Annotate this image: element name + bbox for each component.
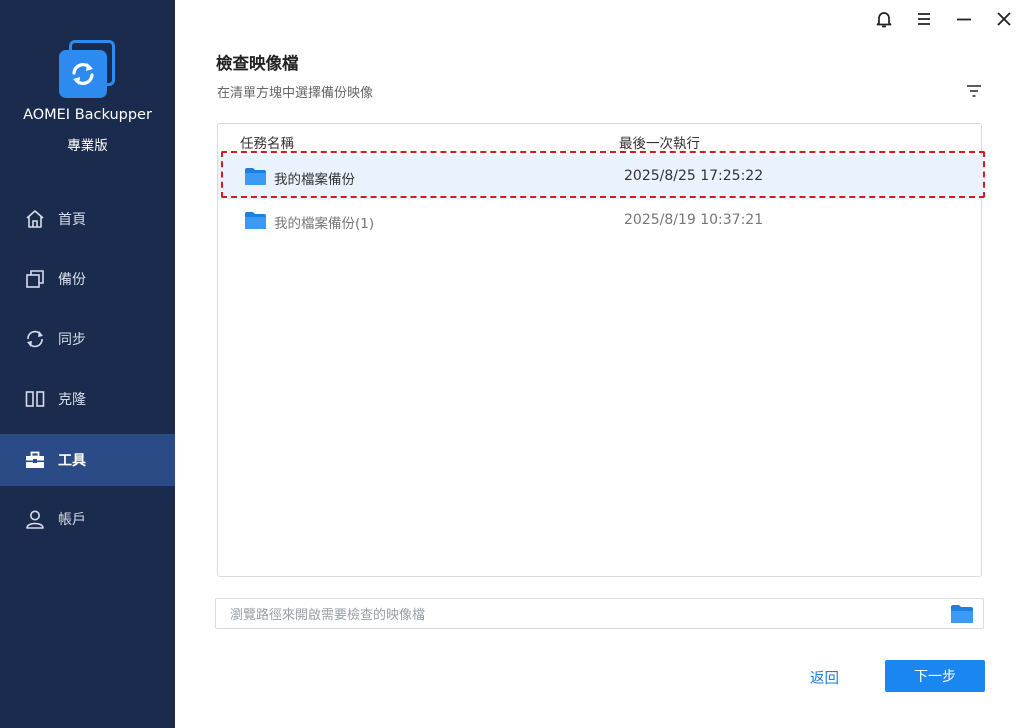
backup-icon xyxy=(26,270,44,288)
sidebar-item-tools[interactable]: 工具 xyxy=(0,434,175,486)
app-name: AOMEI Backupper xyxy=(23,107,152,123)
column-header-last-run[interactable]: 最後一次執行 xyxy=(619,132,700,152)
table-row[interactable]: 我的檔案備份 2025/8/25 17:25:22 xyxy=(218,155,983,199)
browse-path-field[interactable] xyxy=(215,598,984,629)
user-icon xyxy=(26,510,44,529)
sidebar-item-label: 工具 xyxy=(58,453,86,469)
page-title: 檢查映像檔 xyxy=(216,54,299,73)
sidebar-item-label: 帳戶 xyxy=(58,512,86,528)
open-folder-icon[interactable] xyxy=(950,604,974,624)
table-row[interactable]: 我的檔案備份(1) 2025/8/19 10:37:21 xyxy=(218,199,983,243)
home-icon xyxy=(26,210,44,228)
task-name: 我的檔案備份 xyxy=(274,172,355,188)
sidebar-item-home[interactable]: 首頁 xyxy=(0,193,175,245)
sidebar-item-label: 備份 xyxy=(58,272,86,288)
sync-logo-icon xyxy=(59,50,107,98)
sidebar-item-label: 首頁 xyxy=(58,212,86,228)
backup-task-list: 任務名稱 最後一次執行 我的檔案備份 2025/8/25 17:25:22 我的… xyxy=(217,123,983,577)
menu-icon[interactable] xyxy=(913,8,935,30)
sidebar-item-sync[interactable]: 同步 xyxy=(0,313,175,365)
task-name: 我的檔案備份(1) xyxy=(274,216,375,232)
close-icon[interactable] xyxy=(993,8,1015,30)
last-run-time: 2025/8/25 17:25:22 xyxy=(624,168,764,184)
back-button[interactable]: 返回 xyxy=(810,667,839,688)
sidebar-item-account[interactable]: 帳戶 xyxy=(0,493,175,545)
folder-icon xyxy=(245,212,266,229)
sidebar-item-clone[interactable]: 克隆 xyxy=(0,373,175,425)
sidebar-item-backup[interactable]: 備份 xyxy=(0,253,175,305)
sync-icon xyxy=(27,330,43,348)
next-button[interactable]: 下一步 xyxy=(885,660,985,692)
sidebar-item-label: 克隆 xyxy=(58,392,86,408)
sidebar-item-label: 同步 xyxy=(58,332,86,348)
filter-icon[interactable] xyxy=(963,81,985,101)
column-header-task-name[interactable]: 任務名稱 xyxy=(240,132,294,152)
toolbox-icon xyxy=(26,451,44,468)
app-logo xyxy=(59,40,117,98)
page-subtitle: 在清單方塊中選擇備份映像 xyxy=(217,86,374,101)
app-edition: 專業版 xyxy=(67,138,108,154)
bell-icon[interactable] xyxy=(873,8,895,30)
sidebar: AOMEI Backupper 專業版 首頁 備份 同步 克隆 工具 帳戶 xyxy=(0,0,175,728)
browse-path-input[interactable] xyxy=(228,604,932,626)
clone-icon xyxy=(25,391,45,407)
minimize-icon[interactable] xyxy=(953,8,975,30)
folder-icon xyxy=(245,168,266,185)
last-run-time: 2025/8/19 10:37:21 xyxy=(624,212,764,228)
